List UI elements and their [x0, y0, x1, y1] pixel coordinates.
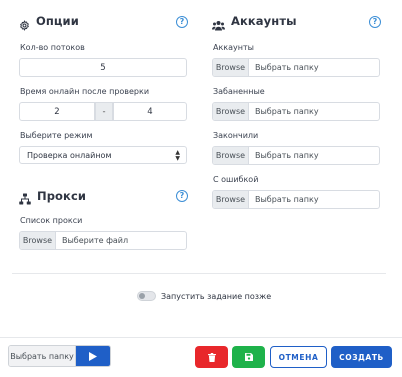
finished-folder-input[interactable]: Browse Выбрать папку [212, 146, 380, 165]
toggle-knob [139, 293, 145, 299]
accounts-title: Аккаунты [231, 14, 297, 28]
mode-select[interactable]: Проверка онлайном ▲ ▼ [19, 146, 187, 164]
options-header: Опции [19, 14, 79, 31]
run-button[interactable] [76, 346, 110, 366]
threads-input[interactable]: 5 [19, 58, 187, 77]
error-folder-placeholder: Выбрать папку [255, 195, 319, 204]
accounts-browse-button[interactable]: Browse [213, 59, 249, 76]
accounts-header: Аккаунты [212, 14, 297, 30]
section-divider [12, 273, 386, 274]
options-help-icon[interactable]: ? [176, 16, 188, 28]
proxy-title: Прокси [37, 189, 87, 203]
output-folder-label: Выбрать папку [9, 346, 76, 366]
accounts-folder-placeholder: Выбрать папку [255, 63, 319, 72]
error-field-label: С ошибкой [213, 175, 259, 184]
accounts-help-icon[interactable]: ? [369, 16, 381, 28]
online-range-separator: - [95, 102, 113, 121]
proxy-browse-button[interactable]: Browse [20, 232, 56, 249]
gear-icon [19, 16, 30, 31]
delete-button[interactable] [195, 346, 228, 368]
finished-field-label: Закончили [213, 131, 259, 140]
task-create-dialog: Опции ? Кол-во потоков 5 Время онлайн по… [0, 0, 402, 377]
users-icon [212, 16, 225, 30]
threads-label: Кол-во потоков [20, 43, 85, 52]
proxy-list-label: Список прокси [20, 216, 83, 225]
accounts-field-label: Аккаунты [213, 43, 254, 52]
schedule-toggle[interactable] [137, 291, 156, 301]
banned-field-label: Забаненные [213, 87, 265, 96]
online-to-input[interactable]: 4 [113, 102, 187, 121]
error-browse-button[interactable]: Browse [213, 191, 249, 208]
online-time-label: Время онлайн после проверки [20, 87, 150, 96]
accounts-folder-input[interactable]: Browse Выбрать папку [212, 58, 380, 77]
proxy-help-icon[interactable]: ? [176, 190, 188, 202]
cancel-button[interactable]: ОТМЕНА [270, 346, 327, 368]
finished-browse-button[interactable]: Browse [213, 147, 249, 164]
mode-label: Выберите режим [20, 131, 93, 140]
play-icon [89, 351, 97, 361]
error-folder-input[interactable]: Browse Выбрать папку [212, 190, 380, 209]
schedule-toggle-label: Запустить задание позже [161, 292, 272, 301]
mode-select-value: Проверка онлайном [27, 150, 112, 160]
trash-icon [207, 352, 216, 362]
floppy-disk-icon [244, 353, 253, 361]
save-button[interactable] [232, 346, 265, 368]
banned-folder-placeholder: Выбрать папку [255, 107, 319, 116]
proxy-file-input[interactable]: Browse Выберите файл [19, 231, 187, 250]
output-folder-picker[interactable]: Выбрать папку [8, 345, 111, 367]
create-button[interactable]: СОЗДАТЬ [331, 346, 392, 368]
online-from-input[interactable]: 2 [19, 102, 95, 121]
banned-browse-button[interactable]: Browse [213, 103, 249, 120]
proxy-header: Прокси [19, 189, 87, 205]
banned-folder-input[interactable]: Browse Выбрать папку [212, 102, 380, 121]
network-icon [19, 190, 31, 205]
chevron-updown-icon: ▲ ▼ [175, 149, 180, 162]
finished-folder-placeholder: Выбрать папку [255, 151, 319, 160]
options-title: Опции [36, 14, 79, 28]
proxy-file-placeholder: Выберите файл [62, 236, 129, 245]
